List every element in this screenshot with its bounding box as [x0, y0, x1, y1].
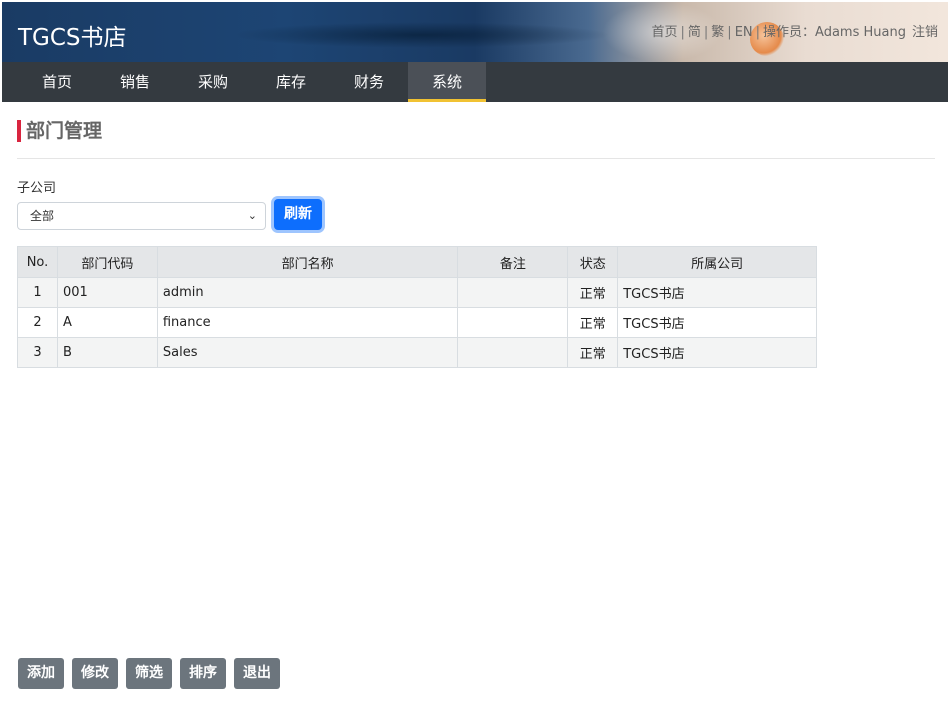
refresh-button[interactable]: 刷新: [274, 199, 322, 230]
simplified-chinese-link[interactable]: 简: [688, 25, 701, 40]
cell-status: 正常: [567, 307, 619, 338]
cell-company: TGCS书店: [617, 277, 817, 308]
department-table: No. 部门代码 部门名称 备注 状态 所属公司 1 001 admin 正常 …: [17, 246, 817, 368]
main-navbar: 首页 销售 采购 库存 财务 系统: [2, 62, 948, 102]
subsidiary-select[interactable]: 全部 ⌄: [17, 202, 266, 230]
nav-item-purchase[interactable]: 采购: [174, 62, 252, 102]
column-header-no[interactable]: No.: [17, 246, 58, 278]
table-row[interactable]: 1 001 admin 正常 TGCS书店: [17, 277, 817, 308]
traditional-chinese-link[interactable]: 繁: [711, 25, 724, 40]
cell-code: B: [56, 337, 158, 368]
cell-no: 1: [17, 277, 58, 308]
sort-button[interactable]: 排序: [180, 658, 226, 689]
cell-company: TGCS书店: [617, 337, 817, 368]
nav-item-inventory[interactable]: 库存: [252, 62, 330, 102]
cell-code: A: [56, 307, 158, 338]
cell-no: 3: [17, 337, 58, 368]
edit-button[interactable]: 修改: [72, 658, 118, 689]
operator-label: 操作员：: [763, 25, 816, 40]
cell-no: 2: [17, 307, 58, 338]
cell-remark: [457, 337, 569, 368]
table-header-row: No. 部门代码 部门名称 备注 状态 所属公司: [17, 246, 817, 278]
cell-remark: [457, 307, 569, 338]
column-header-remark[interactable]: 备注: [457, 246, 569, 278]
title-divider: [17, 158, 935, 159]
column-header-code[interactable]: 部门代码: [56, 246, 158, 278]
home-link[interactable]: 首页: [651, 25, 677, 40]
table-row[interactable]: 2 A finance 正常 TGCS书店: [17, 307, 817, 338]
logout-link[interactable]: 注销: [912, 25, 938, 40]
cell-name: admin: [156, 277, 459, 308]
cell-status: 正常: [567, 337, 619, 368]
table-row[interactable]: 3 B Sales 正常 TGCS书店: [17, 337, 817, 368]
nav-item-home[interactable]: 首页: [18, 62, 96, 102]
column-header-status[interactable]: 状态: [567, 246, 619, 278]
operator-name: Adams Huang: [815, 25, 906, 40]
cell-company: TGCS书店: [617, 307, 817, 338]
filter-button[interactable]: 筛选: [126, 658, 172, 689]
nav-item-sales[interactable]: 销售: [96, 62, 174, 102]
english-link[interactable]: EN: [735, 25, 753, 40]
header-banner: TGCS书店 首页 | 简 | 繁 | EN | 操作员：Adams Huang 注销: [2, 2, 948, 62]
add-button[interactable]: 添加: [18, 658, 64, 689]
top-links: 首页 | 简 | 繁 | EN | 操作员：Adams Huang 注销: [651, 25, 938, 40]
column-header-company[interactable]: 所属公司: [617, 246, 817, 278]
column-header-name[interactable]: 部门名称: [156, 246, 459, 278]
banner-decoration: [232, 22, 612, 48]
nav-item-finance[interactable]: 财务: [330, 62, 408, 102]
page-title: 部门管理: [17, 120, 102, 142]
brand-logo[interactable]: TGCS书店: [18, 18, 127, 52]
chevron-down-icon: ⌄: [247, 209, 257, 222]
cell-code: 001: [56, 277, 158, 308]
nav-item-system[interactable]: 系统: [408, 62, 486, 102]
subsidiary-selected-value: 全部: [30, 209, 55, 223]
cell-name: Sales: [156, 337, 459, 368]
subsidiary-label: 子公司: [17, 181, 57, 196]
exit-button[interactable]: 退出: [234, 658, 280, 689]
cell-remark: [457, 277, 569, 308]
cell-name: finance: [156, 307, 459, 338]
cell-status: 正常: [567, 277, 619, 308]
